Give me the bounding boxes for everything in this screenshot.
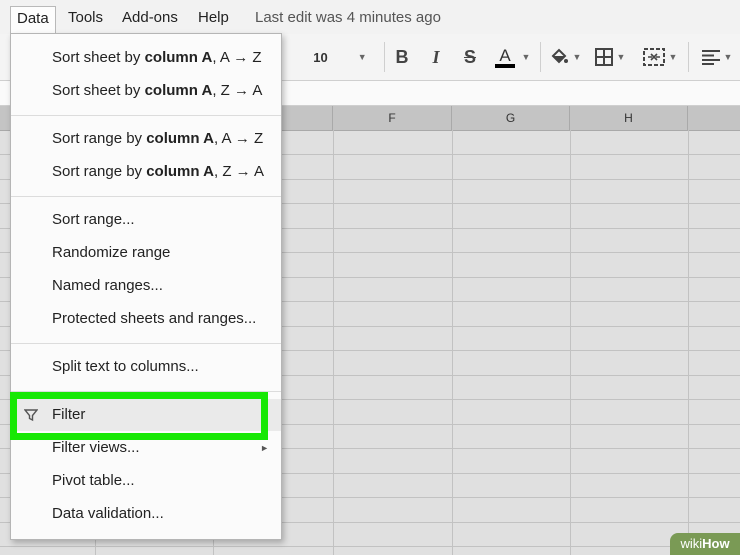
last-edit-status[interactable]: Last edit was 4 minutes ago — [255, 6, 441, 30]
grid-row-line — [0, 546, 740, 547]
merge-cells-icon — [642, 48, 665, 66]
column-header-g[interactable]: G — [452, 106, 570, 130]
align-icon — [701, 50, 720, 65]
menu-item-split-text[interactable]: Split text to columns... — [11, 351, 281, 383]
italic-button[interactable]: I — [424, 34, 448, 80]
menu-divider — [11, 196, 281, 197]
font-size-value: 10 — [313, 49, 328, 65]
grid-column-line — [452, 130, 453, 555]
menu-item-label-suffix: , A → Z — [214, 130, 264, 147]
chevron-down-icon: ▼ — [521, 52, 531, 62]
menu-item-label-bold: column A — [144, 82, 213, 99]
text-color-button[interactable]: A ▼ — [490, 34, 532, 80]
bold-button[interactable]: B — [390, 34, 414, 80]
menu-item-label: Sort range by — [52, 130, 147, 147]
menu-item-named-ranges[interactable]: Named ranges... — [11, 270, 281, 302]
menu-tools[interactable]: Tools — [62, 6, 109, 30]
column-header-h[interactable]: H — [570, 106, 688, 130]
menu-item-label: Sort range by — [52, 163, 147, 180]
italic-icon: I — [432, 46, 440, 67]
toolbar-divider — [688, 42, 689, 72]
menu-item-label-suffix: , Z → A — [212, 82, 263, 99]
merge-cells-button[interactable]: ▼ — [636, 34, 684, 80]
toolbar-divider — [384, 42, 385, 72]
data-menu-dropdown: Sort sheet by column A, A → Z Sort sheet… — [10, 33, 282, 540]
menu-divider — [11, 115, 281, 116]
menu-add-ons[interactable]: Add-ons — [116, 6, 184, 30]
watermark-prefix: wiki — [680, 536, 703, 551]
chevron-down-icon: ▼ — [357, 52, 367, 62]
grid-column-line — [570, 130, 571, 555]
menu-item-data-validation[interactable]: Data validation... — [11, 498, 281, 530]
menu-item-sort-sheet-z-a[interactable]: Sort sheet by column A, Z → A — [11, 75, 281, 107]
bold-icon: B — [395, 46, 409, 67]
fill-color-button[interactable]: ▼ — [546, 34, 584, 80]
menu-item-sort-range-z-a[interactable]: Sort range by column A, Z → A — [11, 156, 281, 188]
chevron-down-icon: ▼ — [723, 52, 733, 62]
column-header-f[interactable]: F — [333, 106, 452, 130]
menu-item-label-bold: column A — [144, 49, 213, 66]
menu-item-label-bold: column A — [146, 163, 214, 180]
toolbar-divider — [540, 42, 541, 72]
highlight-box — [10, 392, 268, 440]
watermark-suffix: How — [702, 536, 730, 551]
font-size-select[interactable]: 10 ▼ — [300, 34, 380, 80]
strikethrough-button[interactable]: S — [458, 34, 482, 80]
menu-item-protected-sheets[interactable]: Protected sheets and ranges... — [11, 303, 281, 335]
chevron-down-icon: ▼ — [572, 52, 582, 62]
menu-item-sort-range[interactable]: Sort range... — [11, 204, 281, 236]
menu-item-sort-range-a-z[interactable]: Sort range by column A, A → Z — [11, 123, 281, 155]
borders-button[interactable]: ▼ — [590, 34, 630, 80]
chevron-down-icon: ▼ — [668, 52, 678, 62]
menu-divider — [11, 343, 281, 344]
wikihow-watermark: wikiHow — [670, 533, 740, 555]
menu-item-label: Sort sheet by — [52, 49, 145, 66]
chevron-down-icon: ▼ — [616, 52, 626, 62]
menu-item-pivot-table[interactable]: Pivot table... — [11, 465, 281, 497]
menu-item-label-suffix: , A → Z — [212, 49, 262, 66]
menu-bar: Data Tools Add-ons Help Last edit was 4 … — [0, 0, 740, 34]
menu-item-randomize-range[interactable]: Randomize range — [11, 237, 281, 269]
borders-icon — [594, 48, 613, 66]
svg-text:A: A — [499, 46, 511, 65]
align-button[interactable]: ▼ — [694, 34, 740, 80]
menu-item-label: Filter views... — [52, 439, 140, 456]
grid-column-line — [333, 130, 334, 555]
fill-color-icon — [551, 48, 568, 64]
column-header-next[interactable] — [688, 106, 740, 130]
menu-item-label: Sort sheet by — [52, 82, 145, 99]
menu-data[interactable]: Data — [10, 6, 56, 34]
menu-item-label-bold: column A — [146, 130, 214, 147]
menu-item-label-suffix: , Z → A — [214, 163, 265, 180]
menu-help[interactable]: Help — [192, 6, 235, 30]
grid-column-line — [688, 130, 689, 555]
menu-item-sort-sheet-a-z[interactable]: Sort sheet by column A, A → Z — [11, 42, 281, 74]
strikethrough-icon: S — [463, 46, 476, 67]
text-color-icon: A — [494, 46, 515, 68]
